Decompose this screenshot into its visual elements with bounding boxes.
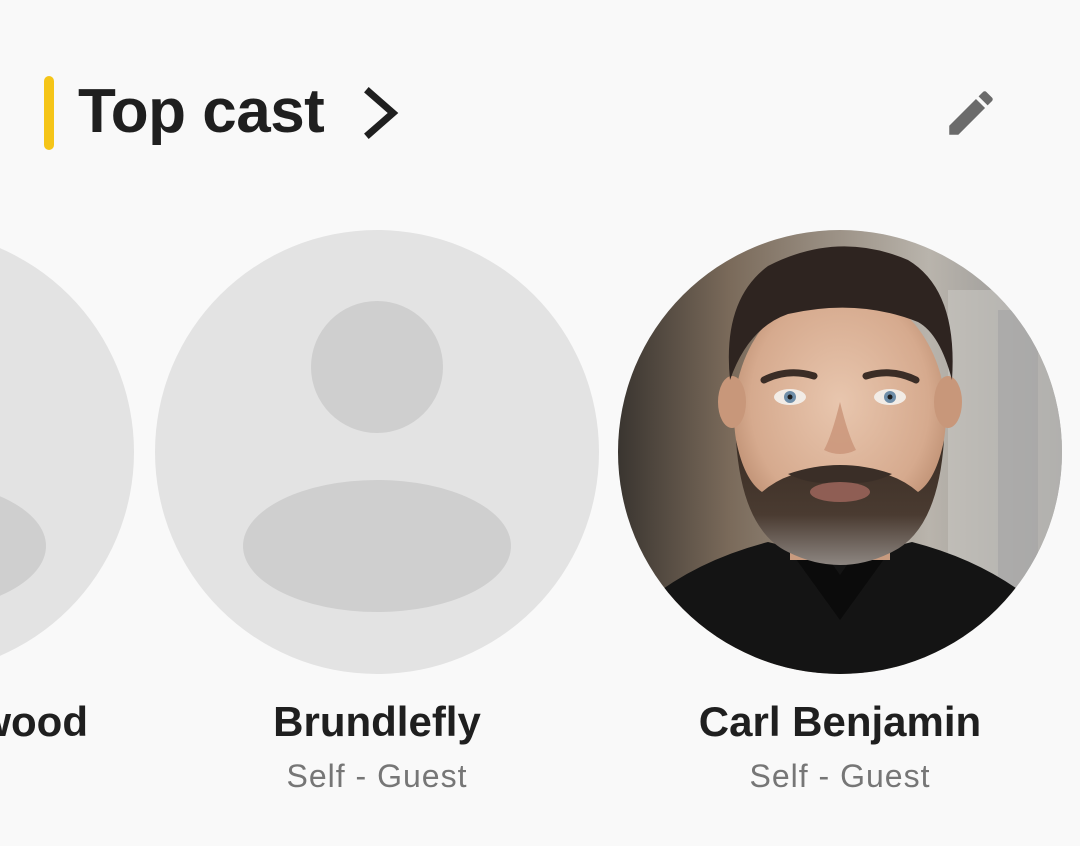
section-header: Top cast [0, 0, 1080, 200]
cast-name: Brundlefly [273, 698, 481, 745]
pencil-icon[interactable] [942, 84, 1000, 142]
avatar-photo [618, 230, 1062, 674]
headshot-photo [618, 230, 1062, 674]
cast-card[interactable]: Carl Benjamin Self - Guest [618, 230, 1062, 830]
cast-card[interactable]: wood [0, 230, 134, 830]
person-silhouette-icon [0, 496, 46, 596]
accent-bar [44, 76, 54, 150]
avatar-placeholder [0, 230, 134, 674]
cast-role: Self - Guest [286, 758, 468, 794]
person-silhouette-icon [243, 301, 511, 612]
cast-name: wood [0, 698, 88, 745]
avatar-placeholder [155, 230, 599, 674]
cast-card[interactable]: Brundlefly Self - Guest [155, 230, 599, 830]
chevron-right-icon[interactable] [360, 86, 404, 140]
cast-role: Self - Guest [749, 758, 931, 794]
cast-carousel[interactable]: wood Brundlefly Self - Guest [0, 230, 1080, 830]
section-title[interactable]: Top cast [78, 72, 325, 152]
cast-name: Carl Benjamin [698, 698, 982, 745]
